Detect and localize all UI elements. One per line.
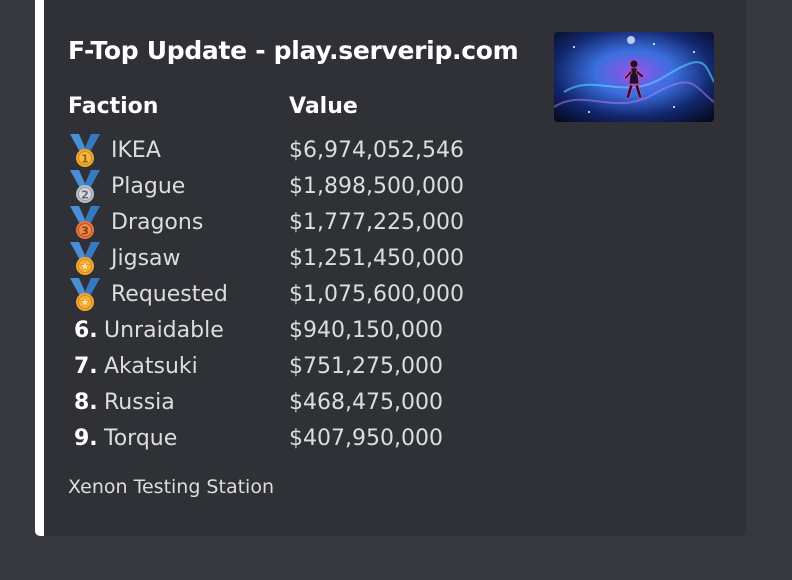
third-place-medal-icon: 3 bbox=[68, 205, 102, 241]
faction-name: Requested bbox=[111, 282, 228, 307]
space-figure-thumbnail-image bbox=[554, 32, 714, 122]
faction-value: $1,075,600,000 bbox=[289, 282, 464, 307]
ftop-row-9: 9. Torque $407,950,000 bbox=[68, 421, 548, 457]
faction-value: $940,150,000 bbox=[289, 318, 443, 343]
sports-medal-icon bbox=[68, 241, 102, 277]
faction-value: $1,251,450,000 bbox=[289, 246, 464, 271]
faction-value: $1,898,500,000 bbox=[289, 174, 464, 199]
faction-name: Russia bbox=[104, 390, 175, 415]
embed-title: F-Top Update - play.serverip.com bbox=[68, 36, 519, 65]
ftop-row-4: Jigsaw $1,251,450,000 bbox=[68, 241, 548, 277]
rank-number: 9. bbox=[74, 426, 98, 451]
faction-name: IKEA bbox=[111, 138, 161, 163]
faction-name: Akatsuki bbox=[104, 354, 198, 379]
faction-name: Torque bbox=[104, 426, 178, 451]
second-place-medal-icon: 2 bbox=[68, 169, 102, 205]
faction-value: $407,950,000 bbox=[289, 426, 443, 451]
faction-name: Unraidable bbox=[104, 318, 224, 343]
rank-number: 6. bbox=[74, 318, 98, 343]
ftop-row-5: Requested $1,075,600,000 bbox=[68, 277, 548, 313]
faction-value: $1,777,225,000 bbox=[289, 210, 464, 235]
sports-medal-icon bbox=[68, 277, 102, 313]
embed-card: F-Top Update - play.serverip.com Faction… bbox=[35, 0, 746, 536]
embed-thumbnail[interactable] bbox=[554, 32, 714, 122]
faction-value: $6,974,052,546 bbox=[289, 138, 464, 163]
svg-text:2: 2 bbox=[81, 189, 89, 202]
ftop-row-8: 8. Russia $468,475,000 bbox=[68, 385, 548, 421]
ftop-row-7: 7. Akatsuki $751,275,000 bbox=[68, 349, 548, 385]
svg-text:3: 3 bbox=[81, 225, 89, 238]
rank-number: 8. bbox=[74, 390, 98, 415]
ftop-row-6: 6. Unraidable $940,150,000 bbox=[68, 313, 548, 349]
faction-value: $468,475,000 bbox=[289, 390, 443, 415]
faction-column-header: Faction bbox=[68, 94, 159, 119]
faction-name: Jigsaw bbox=[111, 246, 181, 271]
ftop-list: 1 IKEA $6,974,052,546 2 Plague $1,898,50… bbox=[68, 133, 548, 457]
ftop-row-2: 2 Plague $1,898,500,000 bbox=[68, 169, 548, 205]
rank-number: 7. bbox=[74, 354, 98, 379]
svg-text:1: 1 bbox=[81, 153, 89, 166]
faction-name: Plague bbox=[111, 174, 186, 199]
embed-footer: Xenon Testing Station bbox=[68, 476, 274, 498]
first-place-medal-icon: 1 bbox=[68, 133, 102, 169]
embed-color-bar bbox=[35, 0, 44, 536]
faction-value: $751,275,000 bbox=[289, 354, 443, 379]
ftop-row-3: 3 Dragons $1,777,225,000 bbox=[68, 205, 548, 241]
faction-name: Dragons bbox=[111, 210, 204, 235]
ftop-row-1: 1 IKEA $6,974,052,546 bbox=[68, 133, 548, 169]
value-column-header: Value bbox=[289, 94, 358, 119]
